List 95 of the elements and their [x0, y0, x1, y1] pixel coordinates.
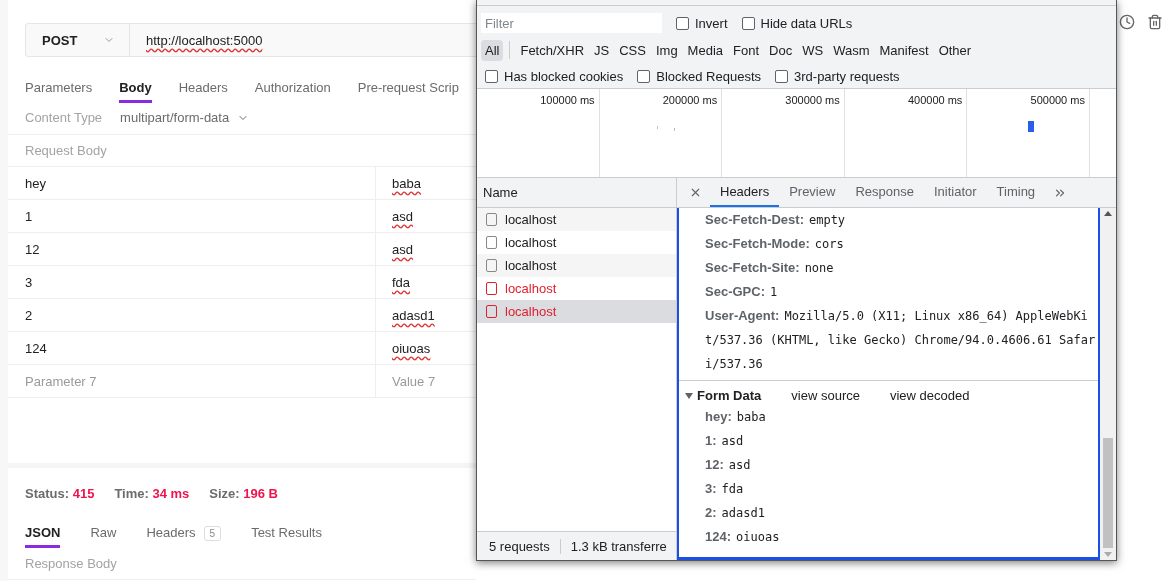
document-icon — [486, 305, 497, 318]
request-row[interactable]: localhost — [477, 208, 676, 231]
timeline-tick: 400000 ms — [907, 94, 963, 106]
result-view-tab[interactable]: Raw — [90, 525, 117, 548]
view-link[interactable]: view source — [791, 388, 860, 403]
request-option[interactable]: Has blocked cookies — [485, 68, 624, 84]
response-stat: Status: 415 — [25, 486, 95, 501]
key-cell[interactable]: 2 — [8, 299, 375, 331]
key-cell[interactable]: 3 — [8, 266, 375, 298]
result-view-tab[interactable]: JSON — [25, 525, 61, 548]
view-link[interactable]: view decoded — [889, 388, 970, 403]
request-tab[interactable]: Pre-request Scrip — [357, 80, 459, 103]
timeline-tick: 100000 ms — [540, 94, 595, 106]
checkbox[interactable] — [637, 69, 651, 83]
request-tab[interactable]: Authorization — [254, 80, 331, 103]
key-cell[interactable]: 124 — [8, 332, 375, 364]
field-value: baba — [736, 410, 766, 424]
field-name: 1: — [705, 433, 717, 448]
detail-tab[interactable]: Headers — [710, 178, 780, 207]
type-filter[interactable]: Manifest — [875, 39, 933, 61]
type-filter[interactable]: Other — [934, 39, 976, 61]
document-icon — [486, 213, 497, 226]
result-view-tab[interactable]: Headers 5 — [146, 525, 222, 548]
request-row[interactable]: localhost — [477, 254, 676, 277]
request-tab[interactable]: Headers — [178, 80, 228, 103]
key-cell[interactable]: hey — [8, 167, 375, 199]
request-option[interactable]: Blocked Requests — [637, 68, 761, 84]
type-filter[interactable]: Media — [683, 39, 728, 61]
type-filter[interactable]: JS — [590, 39, 614, 61]
request-tab[interactable]: Parameters — [25, 80, 93, 103]
key-cell[interactable]: 1 — [8, 200, 375, 232]
header-entry: Sec-Fetch-Dest: empty — [705, 211, 847, 229]
header-entry: Sec-Fetch-Site: none — [705, 259, 835, 277]
method-dropdown[interactable]: POST — [26, 24, 130, 56]
type-filter[interactable]: WS — [798, 39, 828, 61]
header-entry: User-Agent: Mozilla/5.0 (X11; Linux x86_64) AppleWebKit/537.36 (KHTML, like Gecko) Chrome/94.0.4606.61 Safari/537.36 — [705, 307, 1097, 373]
scroll-thumb[interactable] — [1103, 438, 1113, 548]
column-header: Name — [477, 178, 676, 208]
header-entry: Sec-Fetch-Mode: cors — [705, 235, 845, 253]
request-bar-icon — [1027, 121, 1034, 132]
detail-tab[interactable]: Response — [845, 178, 924, 207]
type-filter[interactable]: CSS — [615, 39, 650, 61]
field-name: 12: — [705, 457, 724, 472]
status-text: 1.3 kB transferre — [569, 538, 668, 554]
field-name: hey: — [705, 409, 732, 424]
field-value: fda — [721, 482, 744, 496]
timeline-tick: 300000 ms — [785, 94, 840, 106]
triangle-icon — [685, 392, 693, 399]
type-filter[interactable]: Font — [729, 39, 764, 61]
scroll-up-icon[interactable] — [1104, 211, 1112, 216]
scrollbar[interactable] — [1100, 208, 1116, 560]
trash-icon[interactable] — [1147, 14, 1163, 30]
type-filter[interactable]: Wasm — [829, 39, 874, 61]
detail-tab[interactable]: Preview — [779, 178, 846, 207]
timeline-tick: 200000 ms — [662, 94, 718, 106]
request-tab[interactable]: Body — [119, 80, 152, 103]
field-name: 124: — [705, 529, 732, 544]
timeline-tick: 500000 ms — [1030, 94, 1085, 106]
result-view-tab[interactable]: Test Results — [251, 525, 322, 548]
count-badge: 5 — [203, 526, 222, 541]
content-type-label: Content Type — [25, 110, 103, 125]
checkbox[interactable] — [676, 16, 689, 30]
checkbox[interactable] — [485, 69, 498, 83]
type-filter[interactable]: Doc — [765, 39, 797, 61]
response-stat: Size: 196 B — [209, 486, 278, 501]
form-data-toggle[interactable]: Form Data — [685, 388, 762, 403]
document-icon — [486, 259, 497, 272]
field-name: 2: — [705, 505, 717, 520]
document-icon — [486, 282, 497, 295]
content-type-dropdown[interactable]: multipart/form-data — [120, 110, 250, 125]
response-stat: Time: 34 ms — [114, 486, 190, 501]
field-value: asd — [721, 434, 744, 448]
detail-tab[interactable]: Initiator — [923, 178, 987, 207]
header-entry: Sec-GPC: 1 — [705, 283, 779, 301]
waterfall-drawing — [657, 126, 678, 132]
field-value: adasd1 — [721, 506, 765, 520]
detail-tab[interactable]: Timing — [986, 178, 1046, 207]
key-cell[interactable]: 12 — [8, 233, 375, 265]
request-row[interactable]: localhost — [477, 300, 676, 323]
checkbox[interactable] — [741, 16, 755, 30]
filter-option[interactable]: Hide data URLs — [741, 15, 853, 31]
type-filter[interactable]: Fetch/XHR — [516, 39, 589, 61]
type-filter[interactable]: Img — [651, 39, 682, 61]
clock-icon[interactable] — [1119, 14, 1135, 30]
field-name: 3: — [705, 481, 717, 496]
checkbox[interactable] — [775, 69, 788, 83]
field-value: oiuoas — [736, 530, 780, 544]
request-option[interactable]: 3rd-party requests — [775, 68, 900, 84]
status-text: 5 requests — [477, 538, 561, 554]
type-filter[interactable]: All — [481, 39, 504, 61]
filter-option[interactable]: Invert — [676, 15, 728, 31]
url-field[interactable]: http://localhost:5000 — [130, 24, 263, 56]
field-value: asd — [728, 458, 751, 472]
document-icon — [486, 236, 497, 249]
filter-field[interactable]: Filter — [481, 13, 662, 33]
